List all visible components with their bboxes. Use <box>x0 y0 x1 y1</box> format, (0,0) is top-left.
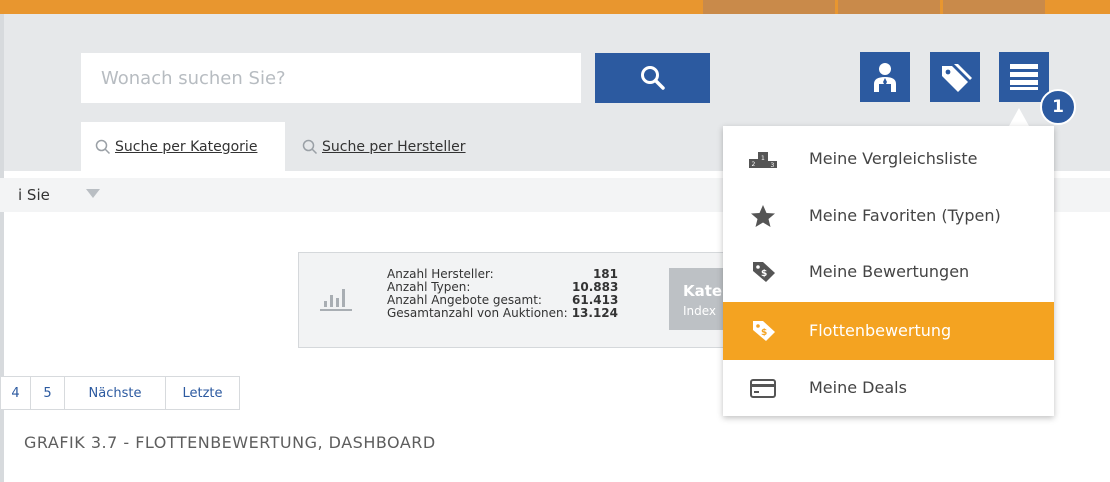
dealer-icon <box>874 63 896 92</box>
pagination: 4 5 Nächste Letzte <box>0 376 240 410</box>
search-icon <box>95 139 111 154</box>
stats-table: Anzahl Hersteller: 181 Anzahl Typen: 10.… <box>387 268 618 320</box>
menu-button[interactable] <box>999 52 1049 102</box>
podium-icon: 2 1 3 <box>749 152 777 169</box>
search-icon <box>640 66 665 90</box>
page-link[interactable]: 4 <box>0 376 31 410</box>
svg-text:2: 2 <box>752 161 756 168</box>
menu-item-favorites[interactable]: Meine Favoriten (Typen) <box>723 187 1054 245</box>
left-border <box>0 14 4 482</box>
page-link-label: 4 <box>11 385 20 401</box>
credit-card-icon <box>750 379 776 398</box>
user-menu-dropdown: 2 1 3 Meine Vergleichsliste Meine Favori… <box>723 126 1054 416</box>
tags-icon <box>942 64 972 92</box>
price-tag-icon: $ <box>753 321 775 341</box>
filter-select[interactable]: i Sie <box>0 178 110 212</box>
top-bar-segment <box>838 0 940 14</box>
menu-item-label: Meine Favoriten (Typen) <box>809 206 1001 225</box>
top-bar-segment <box>943 0 1045 14</box>
menu-icon <box>1010 64 1038 90</box>
figure-caption: GRAFIK 3.7 - FLOTTENBEWERTUNG, DASHBOARD <box>24 433 436 452</box>
chevron-down-icon <box>86 189 100 198</box>
tab-label: Suche per Kategorie <box>115 138 258 155</box>
dropdown-caret <box>1009 108 1029 126</box>
menu-item-fleet-valuation[interactable]: $ Flottenbewertung <box>723 302 1054 360</box>
page-link-label: Nächste <box>88 385 142 401</box>
page-link[interactable]: 5 <box>31 376 65 410</box>
dealer-button[interactable] <box>860 52 910 102</box>
tab-search-by-manufacturer[interactable]: Suche per Hersteller <box>302 122 466 171</box>
svg-text:1: 1 <box>761 155 765 162</box>
stats-label: Gesamtanzahl von Auktionen: <box>387 306 568 320</box>
search-input[interactable] <box>81 53 581 103</box>
tab-search-by-category[interactable]: Suche per Kategorie <box>81 122 285 171</box>
search-button[interactable] <box>595 53 710 103</box>
top-accent-bar <box>0 0 1110 14</box>
stats-row: Gesamtanzahl von Auktionen: 13.124 <box>387 307 618 320</box>
stats-box: Anzahl Hersteller: 181 Anzahl Typen: 10.… <box>298 252 729 348</box>
category-button-subtitle: Index <box>683 304 717 318</box>
star-icon <box>751 205 775 227</box>
menu-item-comparison-list[interactable]: 2 1 3 Meine Vergleichsliste <box>723 130 1054 188</box>
svg-text:$: $ <box>761 328 767 338</box>
category-button-title: Kate <box>683 282 723 300</box>
menu-item-deals[interactable]: Meine Deals <box>723 359 1054 416</box>
menu-item-label: Meine Deals <box>809 378 907 397</box>
search-icon <box>302 139 318 154</box>
menu-item-label: Meine Vergleichsliste <box>809 149 978 168</box>
bar-chart-icon <box>320 289 352 311</box>
menu-item-ratings[interactable]: $ Meine Bewertungen <box>723 243 1054 301</box>
category-index-button[interactable]: Kate Index <box>669 268 729 330</box>
stats-value: 13.124 <box>571 306 618 320</box>
tags-button[interactable] <box>930 52 980 102</box>
next-page-link[interactable]: Nächste <box>65 376 166 410</box>
price-tag-icon: $ <box>753 262 775 282</box>
menu-item-label: Flottenbewertung <box>809 321 952 340</box>
top-bar-segment <box>703 0 835 14</box>
menu-item-label: Meine Bewertungen <box>809 262 970 281</box>
step-badge: 1 <box>1040 89 1076 125</box>
page-link-label: 5 <box>43 385 52 401</box>
svg-text:3: 3 <box>771 162 775 169</box>
svg-text:$: $ <box>761 269 767 279</box>
last-page-link[interactable]: Letzte <box>166 376 240 410</box>
page-link-label: Letzte <box>182 385 223 401</box>
filter-select-value: i Sie <box>18 186 50 204</box>
tab-label: Suche per Hersteller <box>322 138 466 155</box>
